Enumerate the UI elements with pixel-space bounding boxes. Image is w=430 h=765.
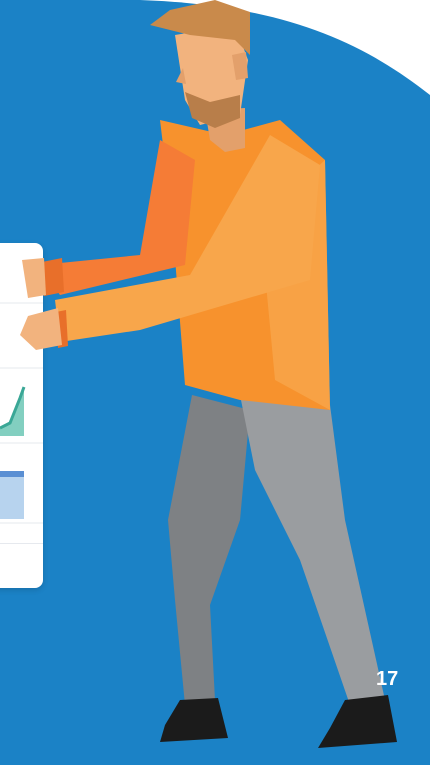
illustration-page: e xyxy=(0,0,430,765)
man-holding-card-figure xyxy=(20,0,397,748)
page-number: 17 xyxy=(376,668,399,690)
